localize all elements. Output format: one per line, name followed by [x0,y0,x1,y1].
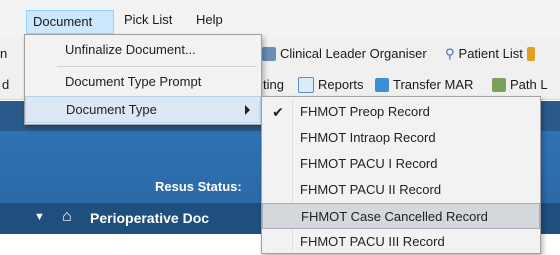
submenu-item-pacu-ii[interactable]: FHMOT PACU II Record [262,177,540,203]
transfer-mar-icon [375,78,389,92]
perioperative-doc-title: Perioperative Doc [90,210,210,226]
submenu-item-label: FHMOT PACU II Record [300,182,442,197]
submenu-item-case-cancelled[interactable]: FHMOT Case Cancelled Record [262,203,540,229]
submenu-item-pacu-iii[interactable]: FHMOT PACU III Record [262,229,540,255]
document-type-label: Document Type [66,102,157,117]
submenu-item-pacu-i[interactable]: FHMOT PACU I Record [262,151,540,177]
patient-list-button[interactable]: ⚲ Patient List [445,43,535,65]
submenu-item-label: FHMOT PACU I Record [300,156,438,171]
clinical-leader-organiser-button[interactable]: Clinical Leader Organiser [262,43,427,65]
document-type-submenu: ✔ FHMOT Preop Record FHMOT Intraop Recor… [261,96,541,254]
document-menu-dropdown: Unfinalize Document... Document Type Pro… [24,34,262,125]
reports-icon [298,77,314,93]
organiser-icon [262,47,276,61]
home-icon[interactable]: ⌂ [62,208,72,226]
menu-document[interactable]: Document [26,10,114,34]
clinical-leader-label: Clinical Leader Organiser [280,46,427,61]
transfer-mar-button[interactable]: Transfer MAR [375,74,473,96]
toolbar-partial-label: n [0,46,8,61]
menu-help[interactable]: Help [190,8,229,32]
submenu-item-label: FHMOT Case Cancelled Record [301,209,488,224]
submenu-item-label: FHMOT PACU III Record [300,234,445,249]
path-icon [492,78,506,92]
resus-status-label: Resus Status: [155,179,242,194]
document-type-item[interactable]: Document Type [25,96,261,123]
path-label: Path L [510,77,548,92]
overflow-icon [526,47,535,61]
submenu-item-preop[interactable]: ✔ FHMOT Preop Record [262,99,540,125]
reports-label: Reports [318,77,364,92]
charting-label: ting [263,77,284,92]
submenu-item-label: FHMOT Intraop Record [300,130,436,145]
reports-button[interactable]: Reports [298,74,364,96]
patient-list-label: Patient List [458,46,523,61]
transfer-mar-label: Transfer MAR [393,77,474,92]
toolbar2-partial-item[interactable]: d [2,74,9,96]
submenu-arrow-icon [245,105,250,115]
charting-button[interactable]: ting [263,74,284,96]
path-button[interactable]: Path L [492,74,548,96]
toolbar2-partial-label: d [2,77,10,92]
unfinalize-document-item[interactable]: Unfinalize Document... [25,37,261,63]
menu-separator [57,66,257,67]
toolbar-partial-item[interactable]: n [0,43,7,65]
document-type-prompt-item[interactable]: Document Type Prompt [25,69,261,95]
dropdown-caret-icon[interactable]: ▼ [34,211,45,223]
checkmark-icon: ✔ [272,104,284,120]
menu-pick-list[interactable]: Pick List [118,8,178,32]
submenu-item-label: FHMOT Preop Record [300,104,430,119]
patient-list-icon: ⚲ [445,46,455,61]
submenu-item-intraop[interactable]: FHMOT Intraop Record [262,125,540,151]
